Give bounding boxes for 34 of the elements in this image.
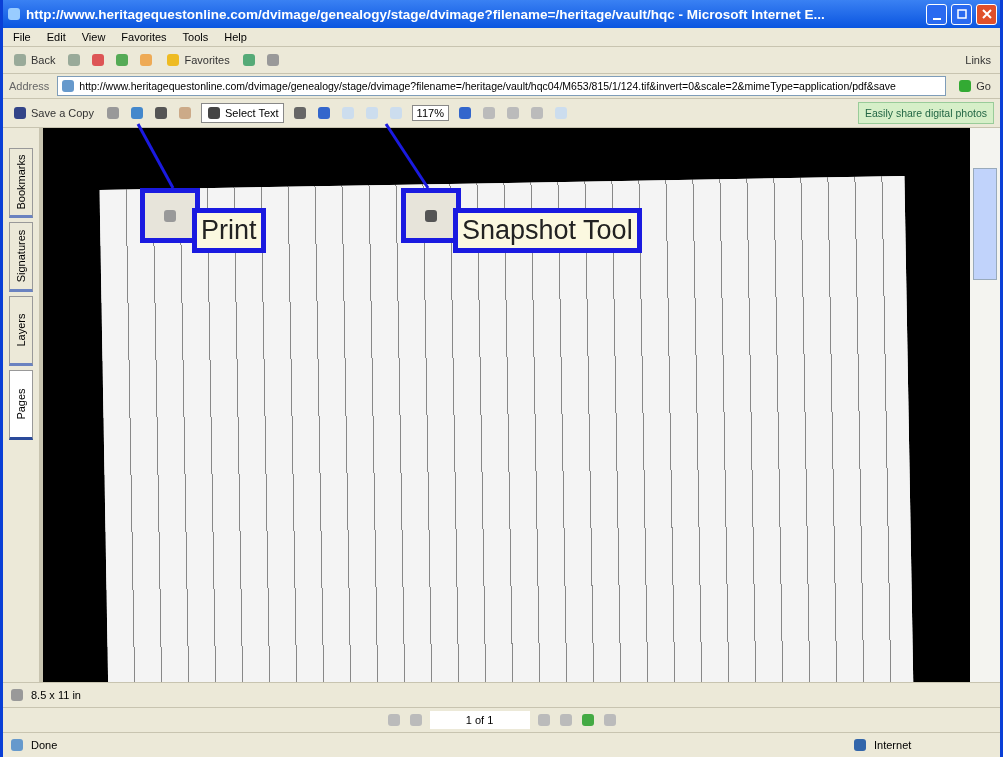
side-tab[interactable]: Signatures <box>9 222 33 292</box>
page-size: 8.5 x 11 in <box>31 689 81 701</box>
menu-item[interactable]: File <box>9 31 35 43</box>
tooltip: Print <box>192 208 266 253</box>
menu-item[interactable]: Help <box>220 31 251 43</box>
go-button[interactable]: Go <box>954 77 994 95</box>
back-button[interactable]: Back <box>9 51 59 69</box>
side-tab[interactable]: Pages <box>9 370 33 440</box>
maximize-button[interactable] <box>951 3 972 25</box>
favorites-button[interactable]: Favorites <box>162 51 233 69</box>
status-text: Done <box>31 739 58 751</box>
window-title: http://www.heritagequestonline.com/dvimage/genealogy/stage/dvimage?filename=/heritage/vault/hqc - Microsoft Internet E... <box>26 6 826 22</box>
vertical-scrollbar[interactable] <box>970 128 1000 682</box>
links-button[interactable]: Links <box>962 53 994 67</box>
save-copy-button[interactable]: Save a Copy <box>9 104 97 122</box>
zoom-field[interactable]: 117% <box>411 105 449 121</box>
menu-item[interactable]: View <box>77 31 110 43</box>
side-tab[interactable]: Bookmarks <box>9 148 33 218</box>
select-text-button[interactable]: Select Text <box>201 103 284 123</box>
promo-button[interactable]: Easily share digital photos <box>858 102 994 124</box>
side-tab[interactable]: Layers <box>9 296 33 366</box>
menu-item[interactable]: Favorites <box>117 31 171 43</box>
maximize-icon <box>956 9 967 19</box>
address-field[interactable]: http://www.heritagequestonline.com/dvimage/genealogy/stage/dvimage?filename=/heritage/vault/hqc04/M653/815/1/124.tif&invert=0&scale=2&mimeType=application/pdf&save <box>57 76 947 96</box>
tooltip: Snapshot Tool <box>453 208 642 253</box>
zone-text: Internet <box>874 739 913 751</box>
page-number-field[interactable]: 1 of 1 <box>429 711 530 729</box>
minimize-button[interactable] <box>926 3 947 25</box>
menu-item[interactable]: Tools <box>178 31 213 43</box>
menu-item[interactable]: Edit <box>42 31 70 43</box>
close-button[interactable] <box>976 3 997 25</box>
address-label: Address <box>9 80 50 92</box>
minimize-icon <box>932 18 941 20</box>
close-icon <box>981 9 992 19</box>
